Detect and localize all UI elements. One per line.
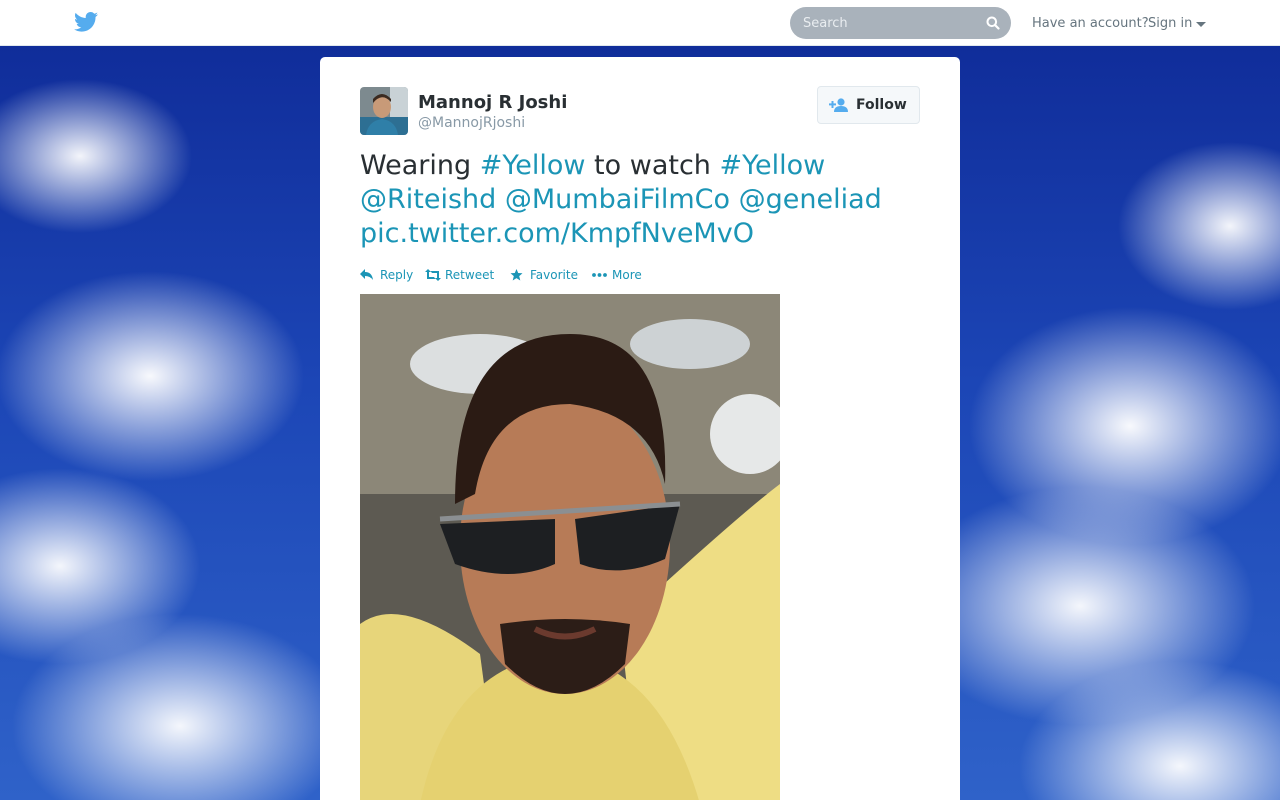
tweet-text: Wearing #Yellow to watch #Yellow @Riteish… [360,149,930,251]
tweet-text-segment [730,184,739,215]
more-dots-icon [592,273,607,277]
author-name[interactable]: Mannoj R Joshi [418,92,567,113]
follow-person-icon [829,98,848,112]
media-link[interactable]: pic.twitter.com/KmpfNveMvO [360,218,754,249]
mention-link[interactable]: @Riteishd [360,184,496,215]
favorite-label: Favorite [530,268,578,282]
more-label: More [612,268,642,282]
sign-in-link[interactable]: Sign in [1148,16,1192,31]
mention-link[interactable]: @MumbaiFilmCo [505,184,730,215]
tweet-text-segment: Wearing [360,150,480,181]
twitter-bird-icon[interactable] [74,12,100,34]
reply-icon [360,269,373,280]
retweet-icon [425,269,441,281]
top-navigation-bar: Have an account? Sign in [0,0,1280,46]
reply-label: Reply [380,268,414,282]
follow-label: Follow [856,97,907,113]
tweet-text-segment [496,184,505,215]
retweet-label: Retweet [445,268,495,282]
tweet-text-segment: to watch [585,150,720,181]
follow-button[interactable]: Follow [817,86,920,124]
hashtag-link[interactable]: #Yellow [720,150,826,181]
hashtag-link[interactable]: #Yellow [480,150,586,181]
author-handle[interactable]: @MannojRjoshi [418,115,525,131]
search-input[interactable] [790,7,980,39]
avatar[interactable] [360,87,408,135]
tweet-card: Mannoj R Joshi @MannojRjoshi Follow Wear… [320,57,960,800]
star-icon [510,269,523,281]
have-account-text: Have an account? [1032,16,1149,31]
search-box [790,7,1011,39]
tweet-photo[interactable] [360,294,780,800]
mention-link[interactable]: @geneliad [739,184,882,215]
caret-down-icon[interactable] [1196,22,1206,27]
